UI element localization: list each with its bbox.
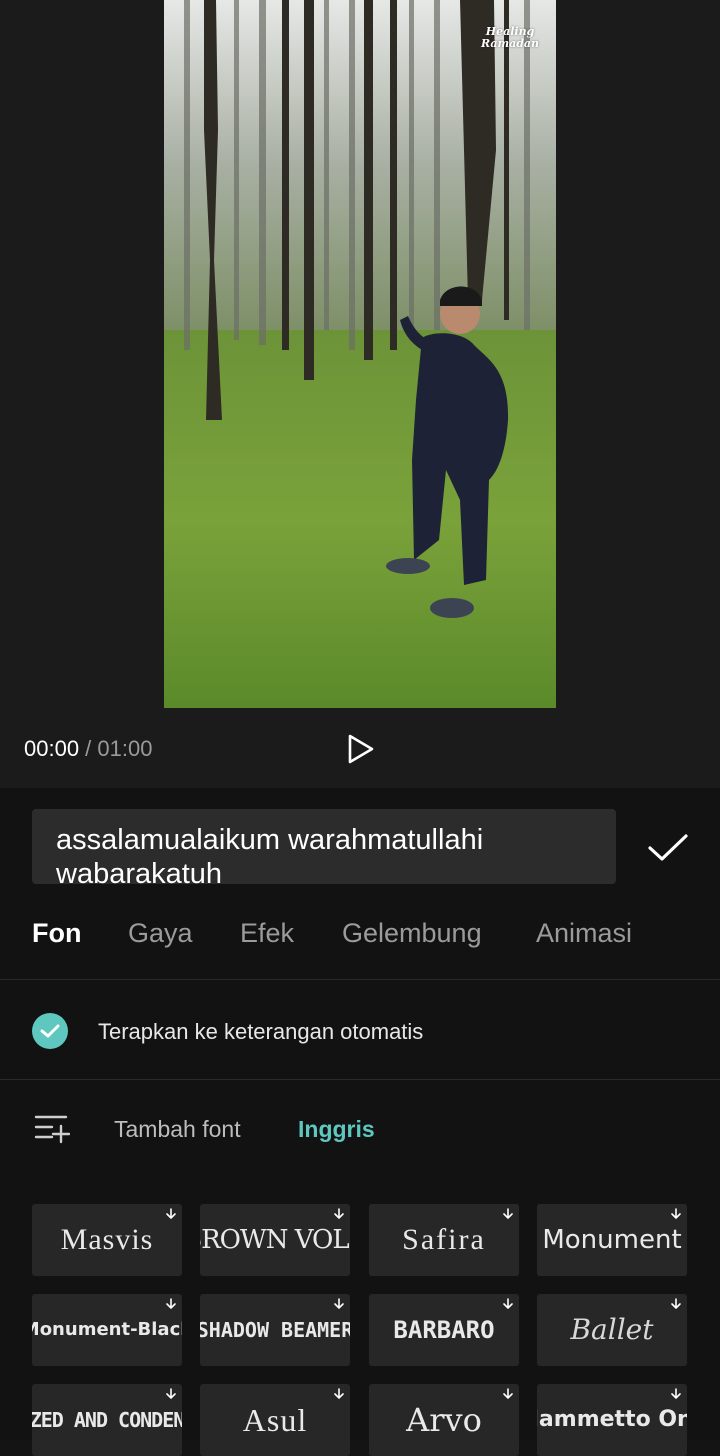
font-name: BROWN VOLK [200,1225,350,1255]
font-name: SHADOW BEAMER [200,1318,350,1342]
auto-caption-row: Terapkan ke keterangan otomatis [0,993,720,1073]
font-name: BARBARO [393,1316,495,1344]
video-frame[interactable]: Healing Ramadan [164,0,556,708]
font-tile-arvo[interactable]: Arvo [369,1384,519,1456]
add-font-button[interactable]: Tambah font [114,1116,241,1142]
add-font-icon[interactable] [34,1112,70,1144]
playback-timecode: 00:00 / 01:00 [24,736,152,762]
font-name: Monument [542,1225,682,1255]
font-tile-flammetto-one[interactable]: Flammetto One [537,1384,687,1456]
font-tile-barbaro[interactable]: BARBARO [369,1294,519,1366]
font-tile-monument[interactable]: Monument [537,1204,687,1276]
tab-animation[interactable]: Animasi [536,914,632,952]
time-separator: / [79,736,98,761]
font-name: GLAZED AND CONDENSED [32,1408,182,1432]
download-icon [166,1298,176,1309]
download-icon [503,1298,513,1309]
font-tile-monument-black[interactable]: Monument-Black [32,1294,182,1366]
tab-effect[interactable]: Efek [240,914,294,952]
play-icon [348,734,374,764]
font-name: Asul [242,1402,308,1438]
font-tile-glazed-condensed[interactable]: GLAZED AND CONDENSED [32,1384,182,1456]
download-icon [334,1208,344,1219]
confirm-button[interactable] [644,828,692,868]
font-tile-asul[interactable]: Asul [200,1384,350,1456]
download-icon [671,1208,681,1219]
download-icon [671,1388,681,1399]
font-toolbar: Tambah font Inggris [0,1106,720,1156]
font-name: Safira [402,1223,486,1256]
font-language-tab[interactable]: Inggris [298,1116,375,1142]
font-name: Ballet [570,1313,654,1346]
text-editor-panel: assalamualaikum warahmatullahi wabarakat… [0,788,720,1456]
download-icon [671,1298,681,1309]
font-tile-brown-volk[interactable]: BROWN VOLK [200,1204,350,1276]
checkmark-icon [648,834,688,861]
divider [0,1079,720,1080]
download-icon [503,1208,513,1219]
download-icon [166,1388,176,1399]
font-tile-shadow-beamer[interactable]: SHADOW BEAMER [200,1294,350,1366]
font-tile-ballet[interactable]: Ballet [537,1294,687,1366]
tab-style[interactable]: Gaya [128,914,193,952]
auto-caption-label: Terapkan ke keterangan otomatis [98,1019,424,1044]
download-icon [503,1388,513,1399]
download-icon [334,1388,344,1399]
forest-scene-image [164,0,556,708]
video-watermark: Healing Ramadan [480,25,540,50]
text-style-tabs: Fon Gaya Efek Gelembung Animasi [0,914,720,954]
font-tile-safira[interactable]: Safira [369,1204,519,1276]
current-time: 00:00 [24,736,80,761]
video-preview-area: Healing Ramadan 00:00 / 01:00 [0,0,720,788]
play-button[interactable] [340,728,382,770]
tab-bubble[interactable]: Gelembung [342,914,482,952]
download-icon [166,1208,176,1219]
caption-text-input[interactable]: assalamualaikum warahmatullahi wabarakat… [32,809,616,884]
auto-caption-checkbox[interactable] [32,1013,68,1049]
font-tile-masvis[interactable]: Masvis [32,1204,182,1276]
font-name: Monument-Black [32,1319,182,1340]
download-icon [334,1298,344,1309]
divider [0,979,720,980]
font-name: Masvis [60,1223,154,1256]
total-duration: 01:00 [97,736,153,761]
font-name: Arvo [406,1401,482,1439]
font-name: Flammetto One [537,1407,687,1432]
check-icon [40,1024,60,1038]
tab-font[interactable]: Fon [32,914,81,952]
